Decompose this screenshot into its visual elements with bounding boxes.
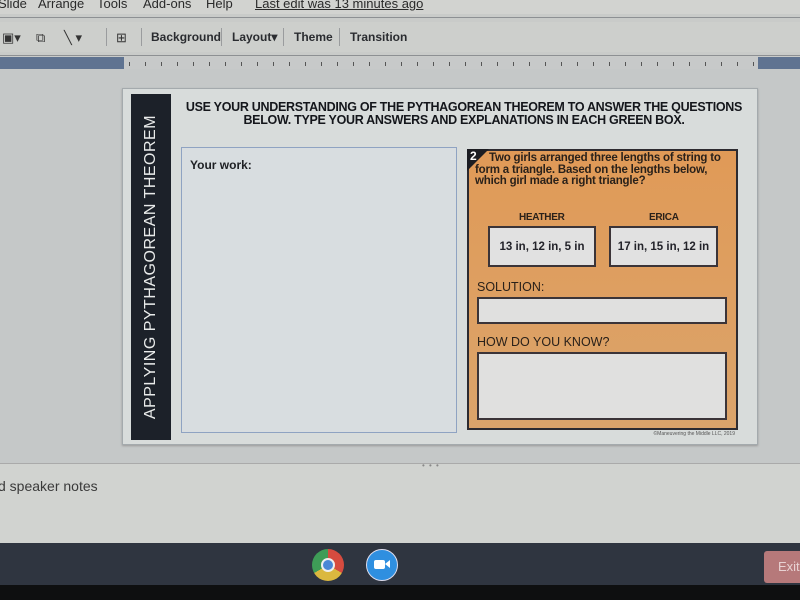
zoom-app-icon[interactable] bbox=[366, 549, 398, 581]
lengths-box: 13 in, 12 in, 5 in bbox=[488, 226, 596, 267]
background-button[interactable]: Background bbox=[151, 30, 221, 44]
toolbar-divider bbox=[283, 28, 284, 46]
work-label: Your work: bbox=[190, 158, 252, 172]
copyright: ©Maneuvering the Middle LLC, 2019 bbox=[653, 431, 735, 437]
chrome-icon[interactable] bbox=[312, 549, 344, 581]
transition-button[interactable]: Transition bbox=[350, 30, 407, 44]
sidebar-title: APPLYING PYTHAGOREAN THEOREM bbox=[142, 114, 159, 420]
lengths-box: 17 in, 15 in, 12 in bbox=[609, 226, 718, 267]
chevron-down-icon: ▾ bbox=[271, 30, 278, 44]
how-do-you-know-label: HOW DO YOU KNOW? bbox=[477, 335, 610, 349]
slide[interactable]: APPLYING PYTHAGOREAN THEOREM USE YOUR UN… bbox=[122, 88, 758, 445]
image-icon[interactable]: ▣▾ bbox=[2, 30, 21, 46]
taskbar bbox=[0, 543, 800, 585]
menu-help[interactable]: Help bbox=[206, 0, 233, 11]
ruler[interactable] bbox=[124, 57, 758, 69]
comment-icon[interactable]: ⊞ bbox=[116, 30, 127, 46]
your-work-textbox[interactable]: Your work: bbox=[181, 147, 457, 433]
toolbar-divider bbox=[106, 28, 107, 46]
menu-addons[interactable]: Add-ons bbox=[143, 0, 191, 11]
theme-button[interactable]: Theme bbox=[294, 30, 333, 44]
question-text: Two girls arranged three lengths of stri… bbox=[475, 152, 721, 187]
resize-handle[interactable]: • • • bbox=[422, 461, 440, 470]
layout-button[interactable]: Layout▾ bbox=[232, 30, 277, 44]
speaker-notes-placeholder: d speaker notes bbox=[0, 478, 98, 494]
screen-bezel bbox=[0, 585, 800, 600]
toolbar-divider bbox=[339, 28, 340, 46]
line-icon[interactable]: ╲ ▾ bbox=[64, 30, 82, 46]
solution-textbox[interactable] bbox=[477, 297, 727, 324]
menu-bar: Slide Arrange Tools Add-ons Help Last ed… bbox=[0, 0, 800, 14]
girl-name: HEATHER bbox=[519, 212, 565, 223]
toolbar-divider bbox=[141, 28, 142, 46]
solution-label: SOLUTION: bbox=[477, 280, 545, 294]
question-card: 2 Two girls arranged three lengths of st… bbox=[467, 149, 738, 430]
divider bbox=[0, 17, 800, 18]
menu-arrange[interactable]: Arrange bbox=[38, 0, 84, 11]
layout-label: Layout bbox=[232, 30, 272, 44]
menu-tools[interactable]: Tools bbox=[97, 0, 127, 11]
divider bbox=[0, 55, 800, 56]
toolbar-divider bbox=[221, 28, 222, 46]
girl-name: ERICA bbox=[649, 212, 679, 223]
instructions: USE YOUR UNDERSTANDING OF THE PYTHAGOREA… bbox=[175, 101, 753, 127]
toolbar: ▣▾ ⧉ ╲ ▾ ⊞ Background Layout▾ Theme Tran… bbox=[0, 22, 800, 52]
speaker-notes[interactable]: d speaker notes bbox=[0, 463, 800, 544]
explanation-textbox[interactable] bbox=[477, 352, 727, 420]
exit-button[interactable]: Exit bbox=[764, 551, 800, 583]
slide-sidebar: APPLYING PYTHAGOREAN THEOREM bbox=[131, 94, 171, 440]
shape-icon[interactable]: ⧉ bbox=[36, 30, 45, 46]
last-edit-link[interactable]: Last edit was 13 minutes ago bbox=[255, 0, 423, 11]
instructions-line: BELOW. TYPE YOUR ANSWERS AND EXPLANATION… bbox=[243, 113, 685, 127]
menu-slide[interactable]: Slide bbox=[0, 0, 27, 11]
